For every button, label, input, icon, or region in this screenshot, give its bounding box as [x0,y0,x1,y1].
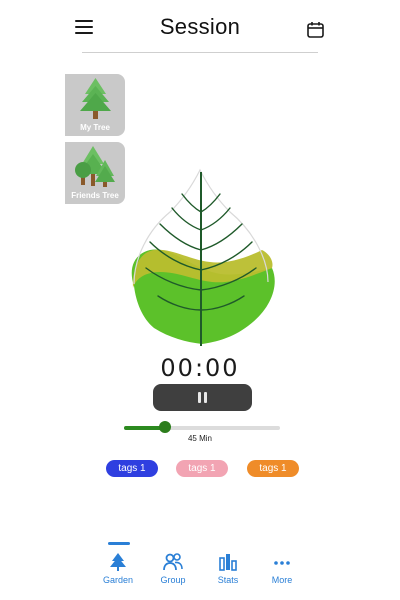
tag-chip-orange[interactable]: tags 1 [247,460,299,477]
calendar-icon[interactable] [306,20,326,40]
nav-garden[interactable]: Garden [90,550,146,594]
bottom-nav: Garden Group Stats More [0,540,400,600]
friends-tree-label: Friends Tree [71,191,119,200]
nav-stats[interactable]: Stats [200,550,256,594]
my-tree-card[interactable]: My Tree [65,74,125,136]
nav-stats-label: Stats [217,575,239,585]
nav-more-label: More [271,575,293,585]
pause-button[interactable] [153,384,252,411]
header-divider [82,52,318,53]
my-tree-label: My Tree [80,123,110,132]
nav-more[interactable]: More [254,550,310,594]
page-title: Session [159,14,241,39]
duration-label: 45 Min [187,434,212,443]
tag-chip-pink[interactable]: tags 1 [176,460,228,477]
stats-icon [219,554,237,571]
tree-icon [110,553,126,571]
nav-group[interactable]: Group [145,550,201,594]
session-screen: Session My Tree Friends Tree 00:00 45 Mi… [0,0,400,600]
nav-garden-label: Garden [102,575,134,585]
timer-display: 00:00 [160,354,240,382]
pause-icon [198,392,201,403]
nav-group-label: Group [160,575,186,585]
friends-tree-card[interactable]: Friends Tree [65,142,125,204]
more-dots-icon [274,561,290,565]
group-icon [163,553,183,571]
header: Session [0,0,400,56]
slider-thumb[interactable] [158,421,171,433]
growing-leaf-illustration [131,168,275,346]
tag-chip-blue[interactable]: tags 1 [106,460,158,477]
